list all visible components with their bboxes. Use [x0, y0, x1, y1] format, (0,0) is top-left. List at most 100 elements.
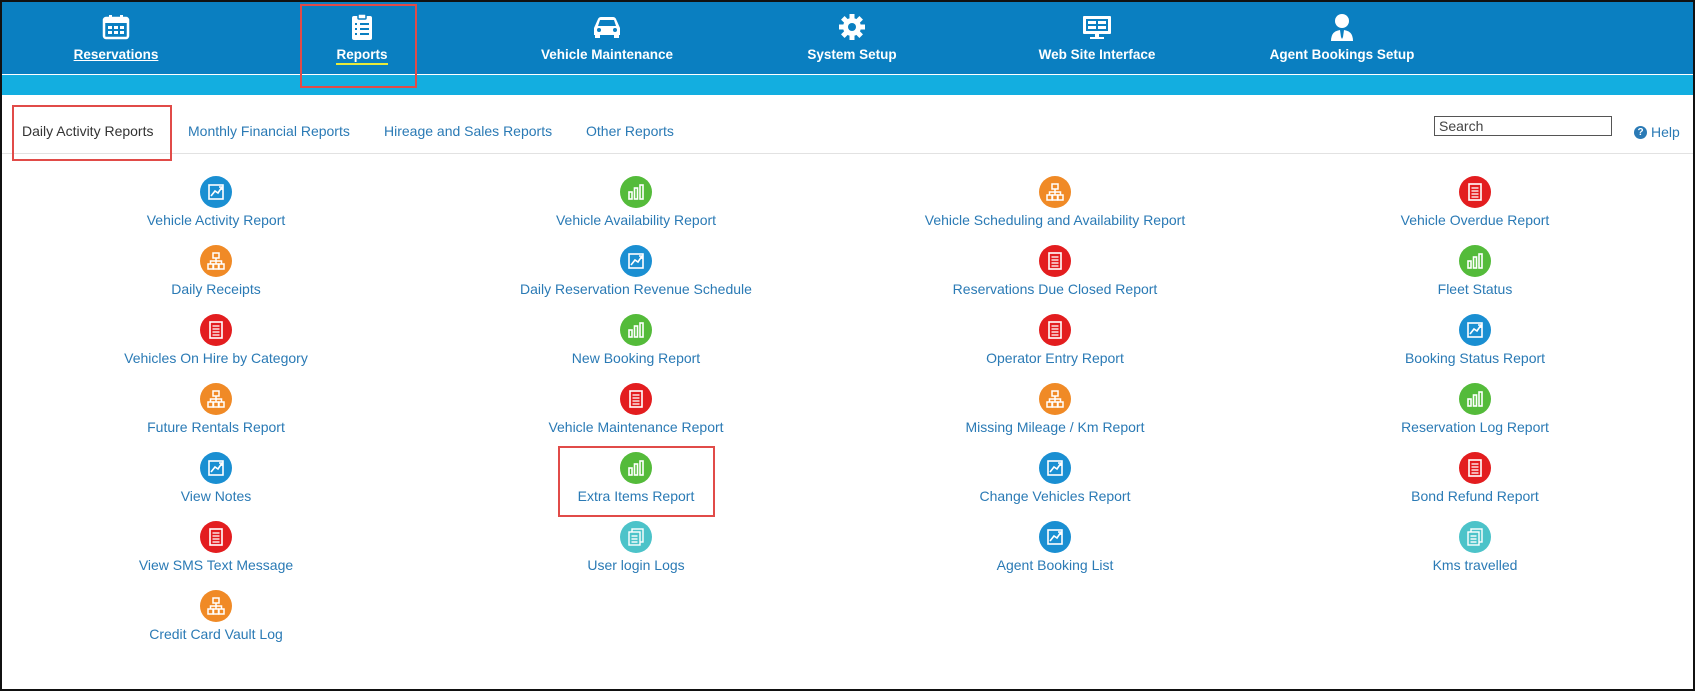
nav-label: Vehicle Maintenance: [540, 47, 674, 62]
trend-chart-icon: [200, 452, 232, 484]
report-label: Vehicle Scheduling and Availability Repo…: [924, 212, 1186, 228]
report-operator-entry-report[interactable]: Operator Entry Report: [845, 314, 1265, 378]
report-daily-receipts[interactable]: Daily Receipts: [6, 245, 426, 309]
nav-agent-bookings-setup[interactable]: Agent Bookings Setup: [1267, 2, 1417, 74]
report-change-vehicles-report[interactable]: Change Vehicles Report: [845, 452, 1265, 516]
report-label: Vehicle Maintenance Report: [548, 419, 724, 435]
help-label: Help: [1651, 124, 1680, 140]
car-icon: [591, 12, 623, 42]
report-reservations-due-closed-report[interactable]: Reservations Due Closed Report: [845, 245, 1265, 309]
report-label: Vehicle Activity Report: [146, 212, 286, 228]
report-label: Credit Card Vault Log: [149, 626, 283, 642]
nav-reports[interactable]: Reports: [312, 2, 412, 74]
sub-header-bar: [2, 75, 1693, 95]
tab-daily-activity-reports[interactable]: Daily Activity Reports: [22, 123, 153, 139]
stacked-docs-icon: [1459, 521, 1491, 553]
hierarchy-icon: [200, 383, 232, 415]
nav-system-setup[interactable]: System Setup: [802, 2, 902, 74]
report-label: Booking Status Report: [1404, 350, 1546, 366]
trend-chart-icon: [200, 176, 232, 208]
report-label: Daily Reservation Revenue Schedule: [520, 281, 752, 297]
report-vehicle-scheduling-and-availability-report[interactable]: Vehicle Scheduling and Availability Repo…: [845, 176, 1265, 240]
hierarchy-icon: [1039, 176, 1071, 208]
monitor-icon: [1081, 12, 1113, 42]
tab-other-reports[interactable]: Other Reports: [586, 123, 674, 139]
trend-chart-icon: [1039, 521, 1071, 553]
report-vehicle-availability-report[interactable]: Vehicle Availability Report: [426, 176, 846, 240]
tab-monthly-financial-reports[interactable]: Monthly Financial Reports: [188, 123, 350, 139]
trend-chart-icon: [1039, 452, 1071, 484]
nav-label: Web Site Interface: [1038, 47, 1156, 62]
report-extra-items-report[interactable]: Extra Items Report: [426, 452, 846, 516]
report-label: Vehicles On Hire by Category: [124, 350, 308, 366]
bar-chart-icon: [620, 452, 652, 484]
report-reservation-log-report[interactable]: Reservation Log Report: [1265, 383, 1685, 447]
report-label: New Booking Report: [571, 350, 701, 366]
report-view-sms-text-message[interactable]: View SMS Text Message: [6, 521, 426, 585]
report-label: Future Rentals Report: [147, 419, 285, 435]
report-daily-reservation-revenue-schedule[interactable]: Daily Reservation Revenue Schedule: [426, 245, 846, 309]
report-label: Reservations Due Closed Report: [952, 281, 1158, 297]
report-kms-travelled[interactable]: Kms travelled: [1265, 521, 1685, 585]
nav-vehicle-maintenance[interactable]: Vehicle Maintenance: [532, 2, 682, 74]
stacked-docs-icon: [620, 521, 652, 553]
top-navigation: Reservations Reports Vehicle Maintenance…: [2, 2, 1693, 74]
report-label: Operator Entry Report: [986, 350, 1124, 366]
bar-chart-icon: [620, 314, 652, 346]
bar-chart-icon: [1459, 245, 1491, 277]
report-vehicles-on-hire-by-category[interactable]: Vehicles On Hire by Category: [6, 314, 426, 378]
report-label: Reservation Log Report: [1401, 419, 1549, 435]
report-vehicle-overdue-report[interactable]: Vehicle Overdue Report: [1265, 176, 1685, 240]
document-icon: [200, 521, 232, 553]
report-label: Bond Refund Report: [1411, 488, 1539, 504]
hierarchy-icon: [1039, 383, 1071, 415]
document-icon: [1039, 245, 1071, 277]
report-label: View Notes: [180, 488, 252, 504]
report-label: Agent Booking List: [996, 557, 1114, 573]
gear-icon: [836, 12, 868, 42]
report-user-login-logs[interactable]: User login Logs: [426, 521, 846, 585]
trend-chart-icon: [1459, 314, 1491, 346]
report-label: User login Logs: [587, 557, 685, 573]
report-label: Extra Items Report: [577, 488, 695, 504]
calendar-icon: [100, 12, 132, 42]
checklist-icon: [346, 12, 378, 42]
bar-chart-icon: [620, 176, 652, 208]
tab-hireage-and-sales-reports[interactable]: Hireage and Sales Reports: [384, 123, 552, 139]
report-agent-booking-list[interactable]: Agent Booking List: [845, 521, 1265, 585]
nav-reservations[interactable]: Reservations: [66, 2, 166, 74]
trend-chart-icon: [620, 245, 652, 277]
help-link[interactable]: ? Help: [1634, 124, 1680, 140]
user-icon: [1326, 12, 1358, 42]
report-fleet-status[interactable]: Fleet Status: [1265, 245, 1685, 309]
nav-label: System Setup: [807, 47, 897, 62]
report-label: Missing Mileage / Km Report: [965, 419, 1145, 435]
report-label: Change Vehicles Report: [979, 488, 1131, 504]
help-icon: ?: [1634, 125, 1647, 139]
report-missing-mileage-km-report[interactable]: Missing Mileage / Km Report: [845, 383, 1265, 447]
nav-web-site-interface[interactable]: Web Site Interface: [1022, 2, 1172, 74]
report-label: Daily Receipts: [171, 281, 261, 297]
nav-label: Reservations: [73, 47, 159, 62]
report-label: View SMS Text Message: [138, 557, 294, 573]
document-icon: [1459, 176, 1491, 208]
nav-label: Reports: [336, 47, 388, 65]
hierarchy-icon: [200, 590, 232, 622]
report-new-booking-report[interactable]: New Booking Report: [426, 314, 846, 378]
hierarchy-icon: [200, 245, 232, 277]
document-icon: [1039, 314, 1071, 346]
bar-chart-icon: [1459, 383, 1491, 415]
report-label: Fleet Status: [1437, 281, 1513, 297]
report-future-rentals-report[interactable]: Future Rentals Report: [6, 383, 426, 447]
report-label: Vehicle Availability Report: [555, 212, 717, 228]
search-input[interactable]: [1434, 116, 1612, 136]
document-icon: [620, 383, 652, 415]
report-credit-card-vault-log[interactable]: Credit Card Vault Log: [6, 590, 426, 654]
report-vehicle-maintenance-report[interactable]: Vehicle Maintenance Report: [426, 383, 846, 447]
report-vehicle-activity-report[interactable]: Vehicle Activity Report: [6, 176, 426, 240]
report-view-notes[interactable]: View Notes: [6, 452, 426, 516]
report-booking-status-report[interactable]: Booking Status Report: [1265, 314, 1685, 378]
report-bond-refund-report[interactable]: Bond Refund Report: [1265, 452, 1685, 516]
report-label: Kms travelled: [1432, 557, 1518, 573]
document-icon: [200, 314, 232, 346]
